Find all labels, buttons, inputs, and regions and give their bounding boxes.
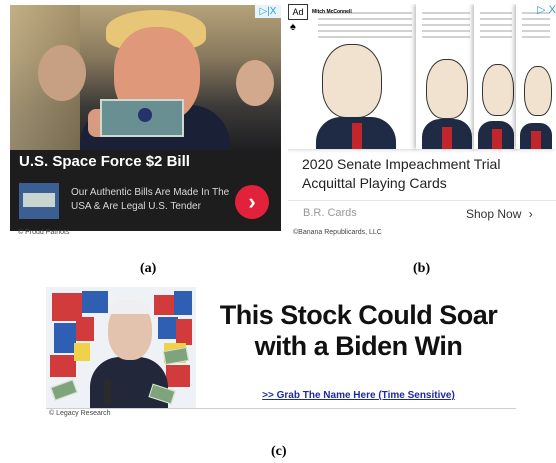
photo-hair: [110, 300, 150, 314]
product-thumbnail[interactable]: [19, 183, 59, 219]
ad-credit: © Proud Patriots: [18, 229, 70, 236]
ad-title[interactable]: 2020 Senate Impeachment Trial Acquittal …: [302, 155, 552, 193]
cards-image[interactable]: [288, 4, 556, 149]
map-state: [54, 323, 76, 353]
card-caricature-tie: [352, 123, 362, 149]
cta-button[interactable]: ›: [235, 185, 269, 219]
divider: [288, 200, 556, 201]
divider: [46, 408, 516, 409]
card-text: [480, 12, 512, 42]
ad-playing-cards[interactable]: Ad ♠ Mitch McConnell ▷ X 2020 Senate Imp…: [288, 4, 556, 230]
shop-now-label: Shop Now: [466, 207, 522, 221]
map-state: [174, 291, 192, 315]
card-text: [318, 12, 412, 42]
photo-background-person: [236, 60, 274, 106]
bill-seal: [138, 108, 152, 122]
map-state: [158, 317, 178, 339]
card-text: [422, 12, 470, 42]
map-state: [74, 343, 90, 361]
map-state: [166, 365, 190, 387]
photo-background-person: [38, 45, 86, 101]
playing-card: [288, 4, 418, 149]
card-caricature-tie: [442, 127, 452, 149]
ad-headline[interactable]: This Stock Could Soar with a Biden Win: [206, 300, 511, 362]
advertiser-name[interactable]: B.R. Cards: [303, 207, 357, 219]
chevron-right-icon: ›: [248, 189, 256, 214]
microphone-icon: [104, 379, 111, 405]
figure-label: (c): [271, 444, 287, 459]
playing-card: [516, 4, 556, 149]
thumbnail-bill: [23, 193, 55, 207]
ad-space-force-bill[interactable]: ▷|X U.S. Space Force $2 Bill Our Authent…: [10, 5, 281, 231]
spade-icon: ♠: [290, 21, 296, 33]
ad-badge: Ad: [288, 4, 308, 20]
ad-stock-biden[interactable]: This Stock Could Soar with a Biden Win >…: [46, 287, 516, 409]
ad-image-map[interactable]: [46, 287, 196, 409]
shop-now-button[interactable]: Shop Now ›: [466, 207, 533, 221]
figure-label: (b): [413, 261, 431, 276]
card-name: Mitch McConnell: [312, 9, 352, 15]
ad-description[interactable]: Our Authentic Bills Are Made In The USA …: [71, 186, 231, 214]
card-caricature-head: [482, 64, 514, 116]
ad-photo[interactable]: [10, 5, 281, 150]
card-caricature-head: [322, 44, 382, 118]
photo-suit: [90, 357, 168, 409]
map-state: [76, 317, 94, 341]
map-state: [154, 295, 176, 315]
cta-link[interactable]: >> Grab The Name Here (Time Sensitive): [241, 390, 476, 401]
map-state: [82, 291, 108, 313]
ad-title[interactable]: U.S. Space Force $2 Bill: [19, 153, 190, 170]
ad-credit: ©Banana Republicards, LLC: [293, 229, 382, 236]
adchoices-icon[interactable]: ▷ X: [528, 4, 556, 17]
figure-label: (a): [140, 261, 157, 276]
money-bill-icon: [50, 379, 78, 401]
chevron-right-icon: ›: [528, 207, 533, 221]
card-caricature-head: [426, 59, 468, 119]
card-caricature-tie: [492, 129, 502, 149]
playing-card: [416, 4, 476, 149]
ad-credit: © Legacy Research: [49, 410, 111, 417]
playing-card: [474, 4, 518, 149]
adchoices-icon[interactable]: ▷|X: [255, 5, 281, 18]
card-caricature-head: [524, 66, 552, 116]
map-state: [50, 355, 76, 377]
map-state: [176, 319, 192, 345]
card-caricature-tie: [531, 131, 541, 149]
